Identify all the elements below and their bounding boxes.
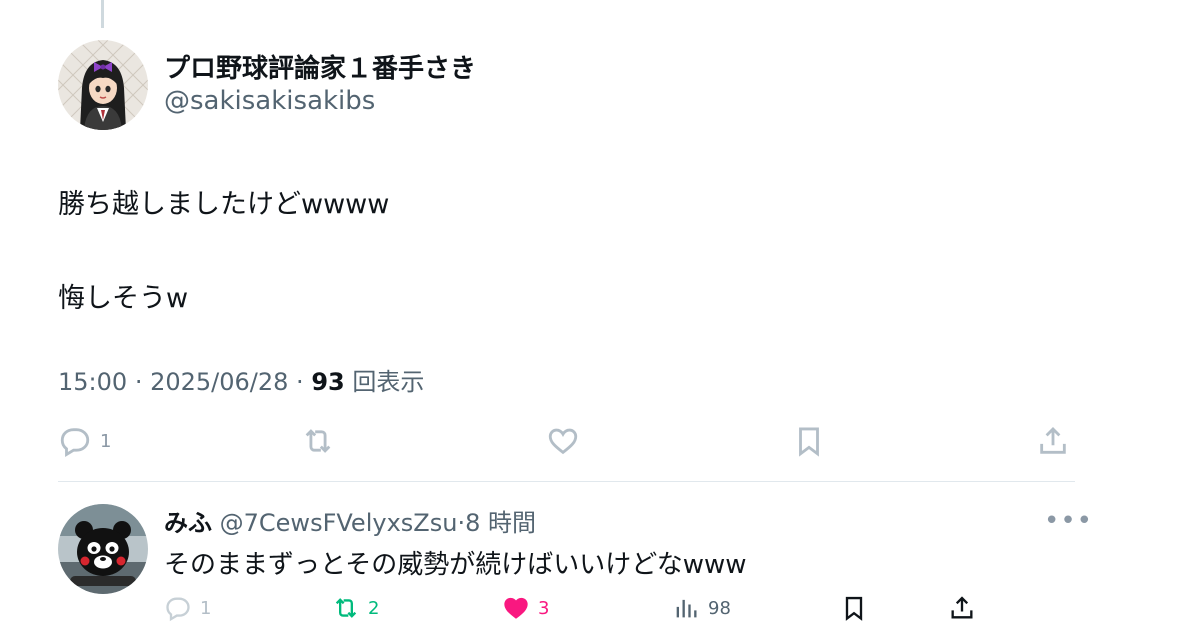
thread-connector-line xyxy=(101,0,104,28)
bookmark-icon xyxy=(845,596,863,621)
like-button[interactable] xyxy=(546,424,580,458)
author-avatar[interactable] xyxy=(58,40,148,130)
share-icon xyxy=(951,596,973,619)
retweet-button[interactable] xyxy=(301,424,335,458)
reply-views-button[interactable]: 98 xyxy=(672,594,731,622)
reply-like-count: 3 xyxy=(538,597,550,619)
tweet-text-line-1: 勝ち越しましたけどwwww xyxy=(58,189,390,220)
author-handle[interactable]: @sakisakisakibs xyxy=(164,86,375,116)
like-icon xyxy=(548,428,578,455)
reply-author-name[interactable]: みふ xyxy=(164,509,212,537)
author-avatar-image xyxy=(58,40,148,130)
views-label: 回表示 xyxy=(352,368,425,396)
author-display-name[interactable]: プロ野球評論家１番手さき xyxy=(164,48,476,85)
retweet-icon xyxy=(305,429,331,453)
retweet-icon xyxy=(335,598,357,618)
reply-view-count: 98 xyxy=(708,597,731,619)
reply-action-bar: 1 2 3 98 xyxy=(0,594,1199,628)
reply-like-button[interactable]: 3 xyxy=(502,594,549,622)
reply-header: みふ @7CewsFVelyxsZsu·8 時間 xyxy=(164,503,536,538)
share-icon xyxy=(1040,426,1066,454)
meta-separator: · xyxy=(296,368,312,396)
reply-text: そのままずっとその威勢が続けばいいけどなwww xyxy=(164,550,747,580)
reply-reply-button[interactable]: 1 xyxy=(164,594,211,622)
reply-share-button[interactable] xyxy=(948,594,976,622)
share-button[interactable] xyxy=(1036,424,1070,458)
reply-retweet-count: 2 xyxy=(368,597,380,619)
tweet-date[interactable]: 2025/06/28 xyxy=(150,368,288,396)
reply-bookmark-button[interactable] xyxy=(840,594,868,622)
more-icon[interactable]: ••• xyxy=(1044,506,1093,536)
tweet-text-line-2: 悔しそうw xyxy=(58,283,189,314)
bookmark-icon xyxy=(799,427,819,457)
reply-count: 1 xyxy=(100,430,112,452)
reply-header-separator: · xyxy=(457,509,466,537)
views-count: 93 xyxy=(311,368,345,396)
reply-author-handle[interactable]: @7CewsFVelyxsZsu xyxy=(220,509,458,537)
meta-separator: · xyxy=(134,368,151,396)
reply-age[interactable]: 8 時間 xyxy=(465,509,536,537)
reply-icon xyxy=(60,428,90,457)
reply-author-avatar[interactable] xyxy=(58,504,148,594)
tweet-meta: 15:00 · 2025/06/28 · 93 回表示 xyxy=(58,362,424,397)
tweet-time[interactable]: 15:00 xyxy=(58,368,127,396)
bookmark-button[interactable] xyxy=(792,424,826,458)
divider xyxy=(58,481,1075,482)
reply-retweet-button[interactable]: 2 xyxy=(332,594,379,622)
reply-icon xyxy=(166,597,190,622)
reply-avatar-image xyxy=(58,504,148,594)
reply-button[interactable]: 1 xyxy=(58,424,111,458)
views-icon xyxy=(676,599,697,618)
reply-reply-count: 1 xyxy=(200,597,212,619)
like-icon xyxy=(504,597,528,619)
tweet-action-bar: 1 xyxy=(0,424,1199,464)
